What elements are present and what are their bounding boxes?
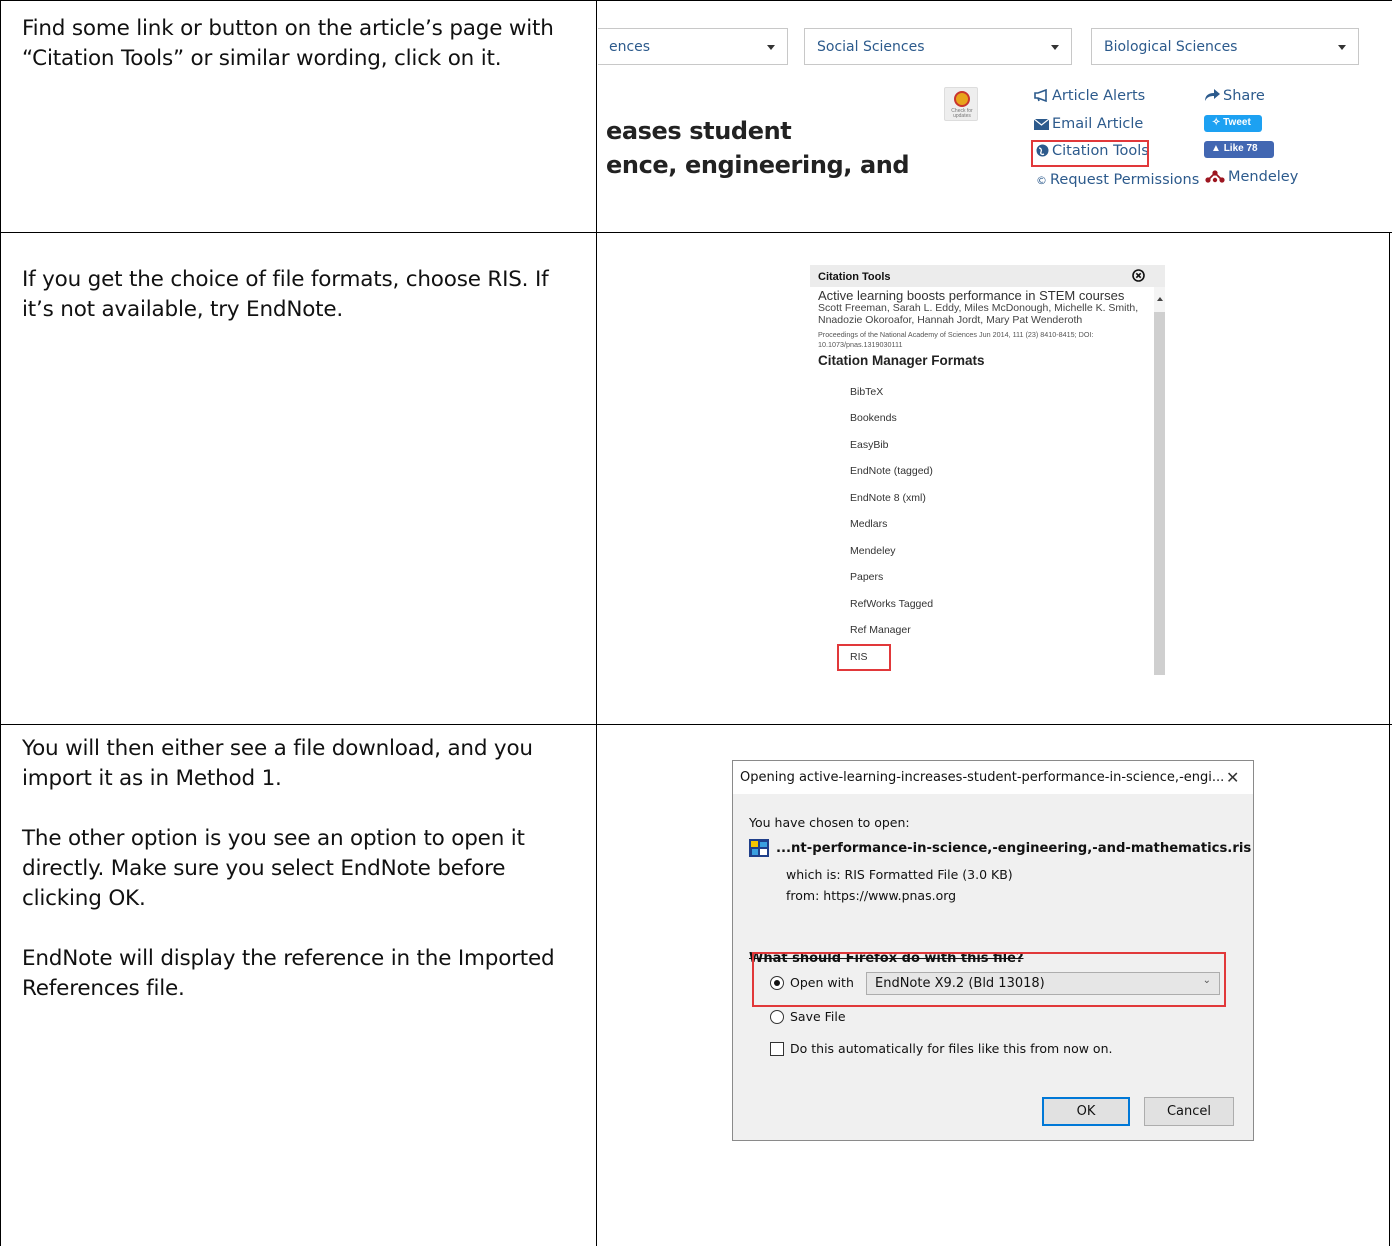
scroll-up-arrow-icon[interactable]	[1157, 297, 1163, 301]
step-3-text-endnote-display: EndNote will display the reference in th…	[22, 946, 555, 1001]
share-link[interactable]: Share	[1205, 88, 1265, 104]
step-2-text: If you get the choice of file formats, c…	[22, 267, 549, 322]
check-for-updates-label: Check for updates	[951, 108, 973, 119]
twitter-bird-icon: ✧	[1212, 117, 1221, 128]
format-mendeley[interactable]: Mendeley	[850, 545, 896, 557]
table-row-divider-2	[0, 724, 1392, 725]
firefox-open-file-dialog: Opening active-learning-increases-studen…	[732, 760, 1254, 1141]
format-bookends[interactable]: Bookends	[850, 412, 897, 424]
thumbs-up-icon: ▲	[1211, 143, 1221, 154]
citation-tools-popup: Citation Tools Active learning boosts pe…	[810, 265, 1165, 675]
share-arrow-icon	[1205, 89, 1220, 101]
facebook-like-button[interactable]: ▲ Like 78	[1204, 141, 1274, 158]
scrollbar-thumb[interactable]	[1154, 312, 1165, 675]
file-source-info: from: https://www.pnas.org	[786, 888, 957, 903]
like-label: Like 78	[1223, 143, 1258, 154]
mendeley-link[interactable]: Mendeley	[1205, 169, 1298, 185]
ris-highlight-box	[837, 644, 891, 671]
step-3-text-open-directly: The other option is you see an option to…	[22, 826, 525, 911]
envelope-icon	[1033, 118, 1050, 130]
close-icon[interactable]: ✕	[1226, 768, 1239, 787]
caret-down-icon	[1338, 45, 1346, 50]
dialog-filename: ...nt-performance-in-science,-engineerin…	[776, 841, 1252, 856]
do-automatically-checkbox[interactable]	[770, 1042, 784, 1056]
format-bibtex[interactable]: BibTeX	[850, 386, 883, 398]
format-papers[interactable]: Papers	[850, 571, 883, 583]
citation-manager-formats-heading: Citation Manager Formats	[818, 353, 985, 368]
table-column-divider	[596, 0, 597, 1246]
table-row-divider-1	[0, 232, 1392, 233]
email-article-link[interactable]: Email Article	[1033, 116, 1144, 132]
citation-source: Proceedings of the National Academy of S…	[818, 330, 1094, 349]
file-type-info: which is: RIS Formatted File (3.0 KB)	[786, 867, 1013, 882]
step-3-instruction: You will then either see a file download…	[22, 734, 582, 1004]
article-alerts-label: Article Alerts	[1052, 88, 1146, 104]
citation-tools-header-bar: Citation Tools	[810, 265, 1165, 287]
citation-tools-scrollbar[interactable]	[1154, 287, 1165, 675]
tweet-button[interactable]: ✧ Tweet	[1204, 115, 1262, 132]
article-alerts-link[interactable]: Article Alerts	[1034, 88, 1145, 104]
citation-authors: Scott Freeman, Sarah L. Eddy, Miles McDo…	[818, 302, 1139, 326]
request-permissions-label: Request Permissions	[1050, 172, 1200, 188]
mendeley-icon	[1205, 170, 1225, 183]
caret-down-icon	[1051, 45, 1059, 50]
cancel-button[interactable]: Cancel	[1144, 1097, 1234, 1126]
dialog-title: Opening active-learning-increases-studen…	[740, 770, 1225, 785]
chosen-to-open-label: You have chosen to open:	[749, 815, 910, 830]
article-title-line-2: ence, engineering, and	[606, 151, 910, 179]
article-title-line-1: eases student	[606, 117, 792, 145]
subject-dropdown-2-label: Social Sciences	[817, 39, 925, 55]
open-with-highlight-box	[752, 952, 1226, 1007]
pnas-article-header-screenshot: ences Social Sciences Biological Science…	[598, 1, 1390, 232]
save-file-label[interactable]: Save File	[790, 1009, 846, 1024]
format-ref-manager[interactable]: Ref Manager	[850, 624, 911, 636]
subject-dropdown-1-label: ences	[609, 39, 651, 55]
do-automatically-label[interactable]: Do this automatically for files like thi…	[790, 1041, 1112, 1056]
step-1-instruction: Find some link or button on the article’…	[22, 14, 582, 74]
copyright-icon: ©	[1036, 174, 1047, 187]
step-1-text: Find some link or button on the article’…	[22, 16, 554, 71]
subject-dropdown-1[interactable]: ences	[598, 28, 788, 65]
request-permissions-link[interactable]: © Request Permissions	[1036, 172, 1199, 188]
format-medlars[interactable]: Medlars	[850, 518, 887, 530]
format-endnote-tagged[interactable]: EndNote (tagged)	[850, 465, 933, 477]
dialog-titlebar: Opening active-learning-increases-studen…	[733, 761, 1253, 794]
step-2-instruction: If you get the choice of file formats, c…	[22, 265, 582, 325]
step-3-text-download: You will then either see a file download…	[22, 736, 533, 791]
ok-button[interactable]: OK	[1042, 1097, 1130, 1126]
citation-tools-popup-title: Citation Tools	[818, 271, 891, 283]
caret-down-icon	[767, 45, 775, 50]
subject-dropdown-3-label: Biological Sciences	[1104, 39, 1238, 55]
tweet-label: Tweet	[1223, 117, 1251, 128]
crossmark-icon	[954, 91, 970, 107]
close-icon[interactable]	[1132, 269, 1145, 282]
share-label: Share	[1223, 88, 1265, 104]
save-file-radio[interactable]	[770, 1010, 784, 1024]
mendeley-label: Mendeley	[1228, 169, 1299, 185]
email-article-label: Email Article	[1052, 116, 1144, 132]
ris-file-icon	[749, 839, 769, 857]
citation-article-title: Active learning boosts performance in ST…	[818, 288, 1125, 303]
format-refworks-tagged[interactable]: RefWorks Tagged	[850, 598, 933, 610]
megaphone-icon	[1034, 88, 1047, 103]
subject-dropdown-social-sciences[interactable]: Social Sciences	[804, 28, 1072, 65]
subject-dropdown-biological-sciences[interactable]: Biological Sciences	[1091, 28, 1359, 65]
check-for-updates-badge[interactable]: Check for updates	[944, 87, 978, 121]
format-endnote-8-xml[interactable]: EndNote 8 (xml)	[850, 492, 926, 504]
format-easybib[interactable]: EasyBib	[850, 439, 889, 451]
citation-tools-highlight-box	[1031, 140, 1149, 167]
table-border-left	[0, 0, 1, 1246]
